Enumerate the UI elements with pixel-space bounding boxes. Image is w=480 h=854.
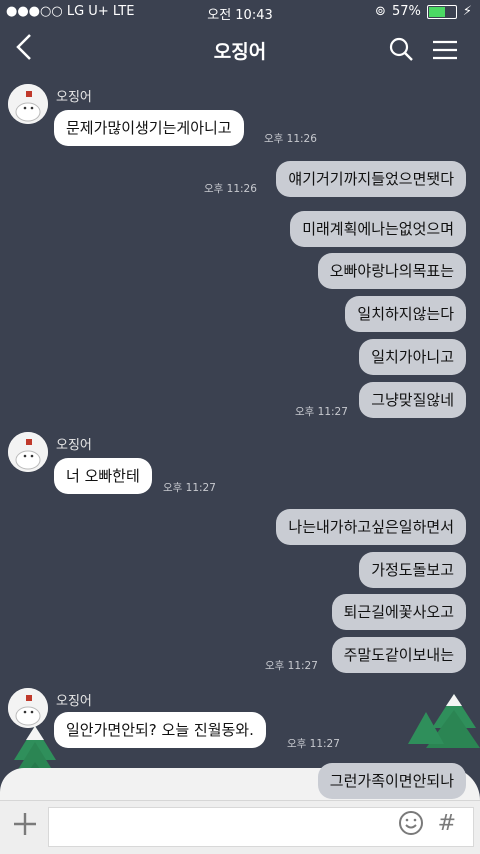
message-time: 오후 11:27 xyxy=(287,738,340,750)
message-bubble-sent[interactable]: 그냥맞질않네 xyxy=(359,382,466,418)
avatar[interactable] xyxy=(8,432,48,472)
message-bubble-sent[interactable]: 가정도돌보고 xyxy=(359,552,466,588)
message-bubble-sent[interactable]: 오빠야랑나의목표는 xyxy=(317,253,466,289)
emoticon-button[interactable] xyxy=(398,810,424,840)
message-time: 오후 11:27 xyxy=(265,660,318,672)
status-right: ⊚ 57% ⚡ xyxy=(375,4,472,19)
message-bubble-received[interactable]: 문제가많이생기는게아니고 xyxy=(54,110,244,146)
message-bubble-sent[interactable]: 나는내가하고싶은일하면서 xyxy=(276,509,466,545)
battery-percent: 57% xyxy=(391,4,421,19)
search-icon xyxy=(389,37,413,61)
hamburger-menu-icon xyxy=(433,40,457,60)
sender-name: 오징어 xyxy=(56,438,92,453)
message-time: 오후 11:27 xyxy=(163,482,216,494)
avatar[interactable] xyxy=(8,84,48,124)
search-button[interactable] xyxy=(388,36,414,66)
squid-character-icon xyxy=(8,84,48,124)
sender-name: 오징어 xyxy=(56,90,92,105)
pine-tree-decoration xyxy=(408,694,480,748)
smiley-icon xyxy=(399,811,423,835)
message-bubble-sent[interactable]: 주말도같이보내는 xyxy=(331,637,466,673)
message-bubble-received[interactable]: 너 오빠한테 xyxy=(54,458,152,494)
message-time: 오후 11:26 xyxy=(204,183,257,195)
message-bubble-sent[interactable]: 얘기거기까지들었으면됏다 xyxy=(276,161,466,197)
message-bubble-sent[interactable]: 퇴근길에꽃사오고 xyxy=(331,594,466,630)
message-time: 오후 11:26 xyxy=(264,133,317,145)
sender-name: 오징어 xyxy=(56,694,92,709)
charging-icon: ⚡ xyxy=(462,4,472,19)
message-bubble-sent[interactable]: 일치가아니고 xyxy=(359,339,466,375)
message-bubble-received[interactable]: 일안가면안되? 오늘 진월동와. xyxy=(54,712,266,748)
battery-icon xyxy=(426,4,457,19)
rotation-lock-icon: ⊚ xyxy=(375,4,386,19)
squid-character-icon xyxy=(8,432,48,472)
message-bubble-sent[interactable]: 그런가족이면안되나 xyxy=(317,763,466,799)
avatar[interactable] xyxy=(8,688,48,728)
message-time: 오후 11:27 xyxy=(295,406,348,418)
message-bubble-sent[interactable]: 미래계획에나는없엇으며 xyxy=(290,211,466,247)
chat-header: 오징어 xyxy=(0,24,480,76)
hashtag-search-button[interactable]: # xyxy=(438,811,456,836)
message-bubble-sent[interactable]: 일치하지않는다 xyxy=(345,296,466,332)
squid-character-icon xyxy=(8,688,48,728)
plus-icon xyxy=(14,813,36,835)
message-input-bar: # xyxy=(0,800,480,854)
menu-button[interactable] xyxy=(432,40,458,64)
attach-button[interactable] xyxy=(12,811,38,844)
status-bar: ●●●○○ LG U+ LTE 오전 10:43 ⊚ 57% ⚡ xyxy=(0,0,480,24)
